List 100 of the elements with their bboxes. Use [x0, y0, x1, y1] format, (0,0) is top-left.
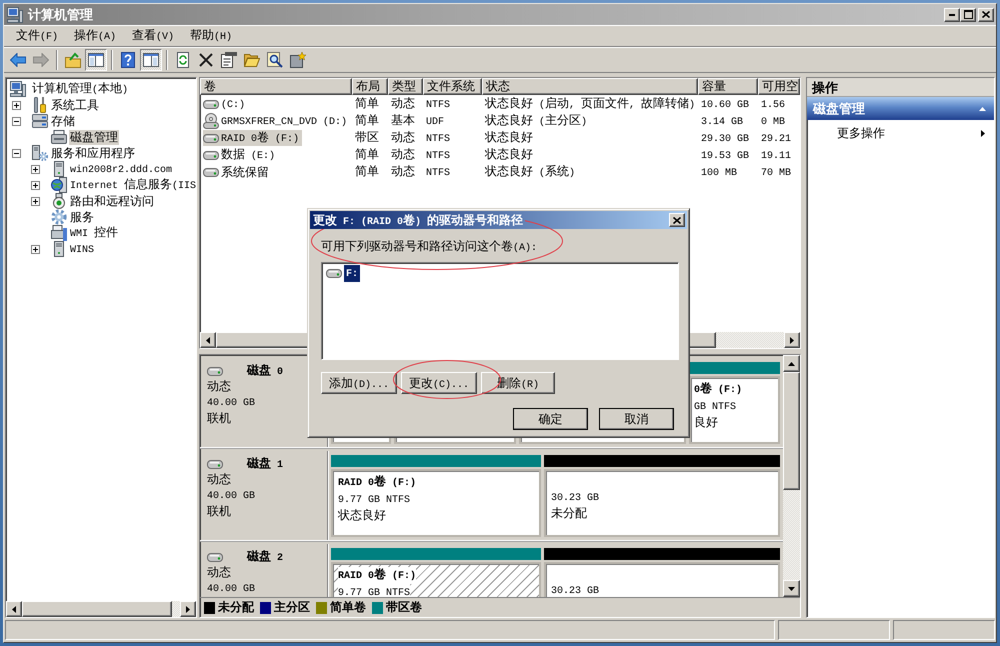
- tree-item[interactable]: 存储: [50, 114, 76, 128]
- expand-icon[interactable]: [12, 100, 21, 110]
- gear-icon: [51, 209, 67, 225]
- column-header[interactable]: 卷: [200, 78, 352, 95]
- drive-icon: [203, 150, 219, 160]
- legend-label: 未分配: [218, 599, 254, 616]
- expand-icon[interactable]: [31, 180, 40, 190]
- down-triangle-icon: [788, 586, 795, 590]
- folder-up-icon: [65, 52, 81, 68]
- collapse-icon[interactable]: [12, 116, 21, 126]
- tree-item[interactable]: 服务: [69, 210, 95, 224]
- table-cell[interactable]: 数据 (E:): [203, 147, 278, 163]
- section-header[interactable]: 磁盘管理: [807, 97, 994, 120]
- disk-detail: 40.00 GB: [207, 397, 256, 411]
- show-action-pane-button[interactable]: [140, 49, 162, 71]
- help-icon: [121, 52, 135, 68]
- maximize-button[interactable]: [960, 8, 976, 22]
- back-arrow-icon: [10, 53, 26, 67]
- drive-stack-icon: [32, 113, 48, 129]
- tree-item[interactable]: 路由和远程访问: [69, 194, 155, 208]
- scroll-down-button[interactable]: [783, 580, 800, 597]
- computer-icon: [7, 6, 23, 22]
- table-cell-text: 动态: [390, 146, 416, 163]
- expand-icon[interactable]: [31, 196, 40, 206]
- close-button[interactable]: [978, 8, 994, 22]
- show-tree-button[interactable]: [85, 49, 107, 71]
- tree-item[interactable]: 系统工具: [50, 98, 100, 112]
- table-cell-text: 状态良好 (启动, 页面文件, 故障转储): [484, 95, 696, 112]
- collapse-icon[interactable]: [12, 148, 21, 158]
- disk-detail: 联机: [207, 411, 232, 426]
- disk-name: 磁盘 1: [247, 456, 284, 473]
- pane-header: 操作: [807, 78, 994, 97]
- scroll-right-button[interactable]: [784, 332, 800, 348]
- table-cell-text: 状态良好: [484, 146, 534, 163]
- table-cell-text: 动态: [390, 163, 416, 180]
- minimize-button[interactable]: [944, 8, 960, 22]
- computer-icon: [10, 81, 26, 97]
- table-cell[interactable]: 系统保留: [203, 164, 272, 180]
- column-header[interactable]: 容量: [698, 78, 758, 95]
- tree-item[interactable]: 计算机管理(本地): [31, 80, 130, 98]
- pane-layout-icon: [143, 53, 159, 67]
- column-header[interactable]: 状态: [482, 78, 698, 95]
- list-item[interactable]: F:: [344, 265, 360, 282]
- scroll-left-button[interactable]: [6, 601, 22, 617]
- network-node-icon: [52, 193, 66, 209]
- partition-box[interactable]: 30.23 GB 未分配: [544, 469, 780, 537]
- column-header[interactable]: 可用空: [758, 78, 800, 95]
- disk-detail: 40.00 GB: [207, 583, 256, 597]
- disk-detail: 动态: [207, 472, 232, 487]
- scroll-left-button[interactable]: [200, 332, 216, 348]
- drive-icon: [207, 367, 223, 376]
- expand-icon[interactable]: [31, 164, 40, 174]
- column-header[interactable]: 类型: [388, 78, 423, 95]
- tree-item[interactable]: WMI 控件: [69, 224, 120, 242]
- close-icon: [982, 11, 990, 18]
- partition-info: 状态良好: [338, 508, 386, 522]
- table-cell-text: 简单: [354, 112, 380, 129]
- tree-item[interactable]: WINS: [69, 240, 96, 258]
- disk-detail: 联机: [207, 504, 232, 519]
- dialog-button[interactable]: 确定: [513, 408, 588, 430]
- forward-arrow-icon: [33, 53, 49, 67]
- up-triangle-icon: [788, 362, 795, 366]
- table-cell-text: 100 MB: [700, 167, 738, 180]
- table-cell-text: 基本: [390, 112, 416, 129]
- right-triangle-icon: [790, 336, 794, 344]
- legend-label: 带区卷: [386, 599, 422, 616]
- scrollbar-thumb[interactable]: [783, 372, 800, 490]
- properties-button[interactable]: [218, 49, 240, 71]
- action-item[interactable]: 更多操作: [807, 122, 994, 144]
- tree-item[interactable]: 服务和应用程序: [50, 146, 136, 160]
- left-triangle-icon: [12, 606, 16, 612]
- search-icon: [267, 52, 283, 68]
- drive-icon: [203, 100, 219, 108]
- drive-icon: [207, 553, 223, 562]
- dvd-drive-icon: [203, 113, 219, 129]
- table-cell-text: 带区: [354, 129, 380, 146]
- table-cell-text: 简单: [354, 95, 380, 112]
- expand-icon[interactable]: [31, 244, 40, 254]
- column-header[interactable]: 文件系统: [423, 78, 482, 95]
- server-tower-icon: [54, 241, 64, 257]
- disk-drive-icon: [51, 130, 67, 144]
- tree-item[interactable]: 磁盘管理: [69, 130, 119, 144]
- scroll-up-button[interactable]: [783, 355, 800, 372]
- table-cell-text: UDF: [425, 116, 446, 129]
- column-header[interactable]: 布局: [352, 78, 388, 95]
- scroll-right-button[interactable]: [180, 601, 196, 617]
- table-cell[interactable]: GRMSXFRER_CN_DVD (D:): [203, 113, 350, 129]
- disk-detail: 动态: [207, 565, 232, 580]
- minimize-icon: [949, 14, 955, 16]
- table-cell-text: NTFS: [425, 167, 452, 180]
- table-cell-text: 动态: [390, 129, 416, 146]
- close-button[interactable]: [669, 213, 685, 227]
- table-cell-text: NTFS: [425, 99, 452, 112]
- table-cell[interactable]: (C:): [203, 96, 248, 112]
- toolbar-button[interactable]: [287, 49, 309, 71]
- tree-item[interactable]: win2008r2.ddd.com: [69, 160, 174, 178]
- drive-path-list[interactable]: F:: [321, 262, 679, 360]
- drive-icon: [203, 168, 219, 176]
- dialog-button[interactable]: 取消: [599, 408, 674, 430]
- partition-box[interactable]: 30.23 GB: [544, 562, 780, 597]
